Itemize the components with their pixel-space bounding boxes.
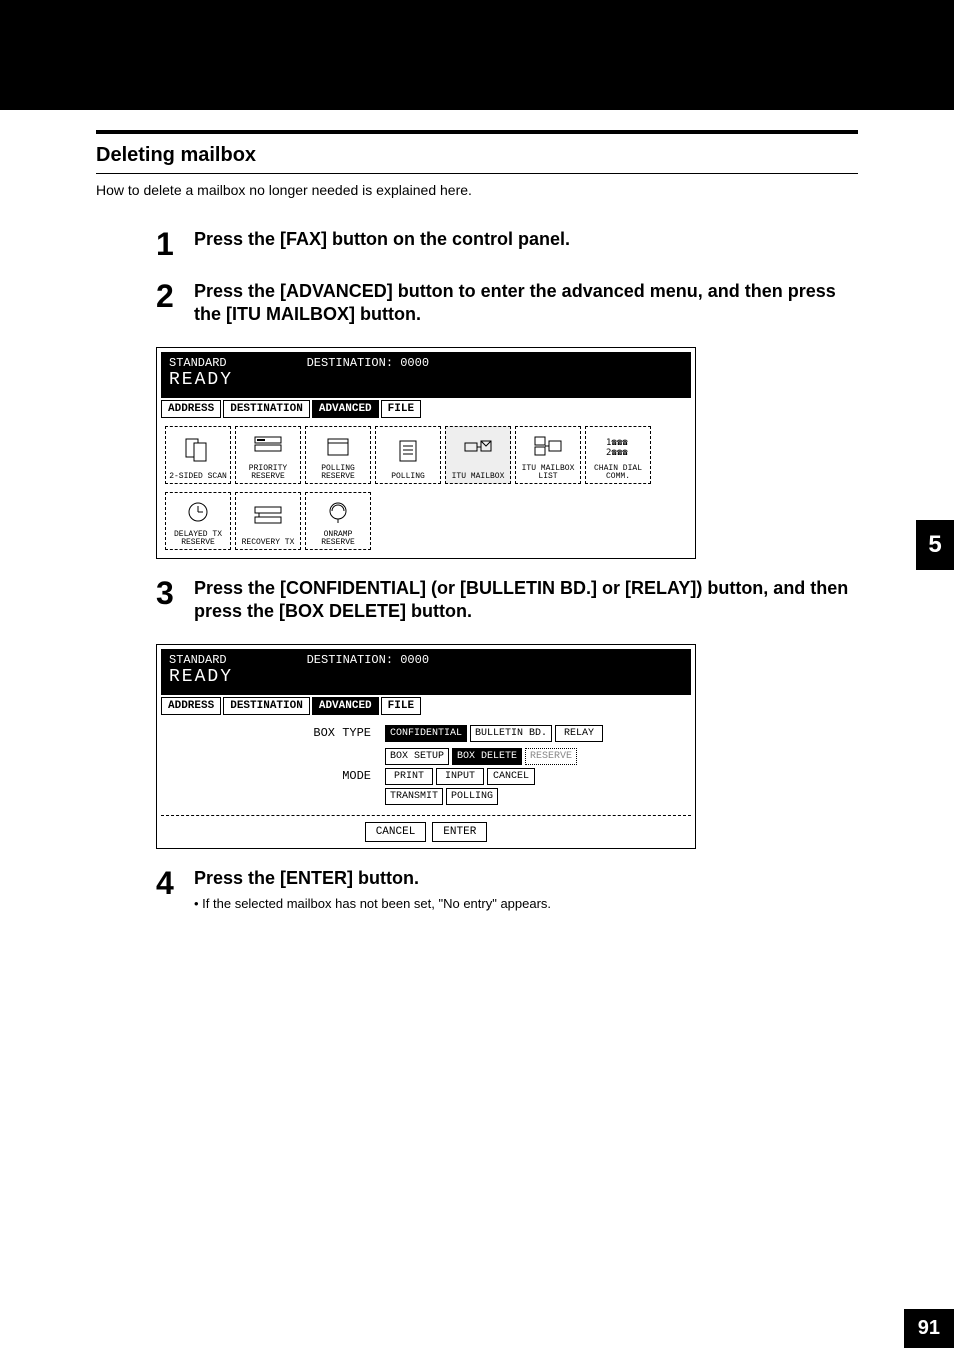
polling-reserve-icon xyxy=(306,427,370,465)
step-2: 2 Press the [ADVANCED] button to enter t… xyxy=(96,280,858,327)
step-text: Press the [ENTER] button. xyxy=(194,867,858,890)
box-setup-button[interactable]: BOX SETUP xyxy=(385,748,449,765)
adv-btn-chaindial[interactable]: 1☎☎☎2☎☎☎ CHAIN DIAL COMM. xyxy=(585,426,651,484)
polling-button[interactable]: POLLING xyxy=(446,788,498,805)
adv-btn-priority[interactable]: PRIORITY RESERVE xyxy=(235,426,301,484)
status-text: STANDARD xyxy=(169,356,227,370)
destination-text: DESTINATION: 0000 xyxy=(307,356,429,370)
itu-mailbox-list-icon xyxy=(516,427,580,465)
recovery-icon xyxy=(236,493,300,539)
page-number: 91 xyxy=(904,1309,954,1348)
status-text: STANDARD xyxy=(169,653,227,667)
step-number: 1 xyxy=(156,228,186,260)
tab-advanced[interactable]: ADVANCED xyxy=(312,697,379,715)
lcd-screen-boxtype: STANDARD DESTINATION: 0000 READY ADDRESS… xyxy=(156,644,696,849)
transmit-button[interactable]: TRANSMIT xyxy=(385,788,443,805)
top-black-band xyxy=(0,0,954,110)
step-number: 3 xyxy=(156,577,186,609)
polling-icon xyxy=(376,427,440,473)
confidential-button[interactable]: CONFIDENTIAL xyxy=(385,725,467,742)
step-number: 2 xyxy=(156,280,186,312)
adv-btn-recovery[interactable]: RECOVERY TX xyxy=(235,492,301,550)
cancel-button[interactable]: CANCEL xyxy=(365,822,427,842)
tab-row: ADDRESS DESTINATION ADVANCED FILE xyxy=(161,400,691,418)
tab-address[interactable]: ADDRESS xyxy=(161,697,221,715)
lcd-screen-advanced: STANDARD DESTINATION: 0000 READY ADDRESS… xyxy=(156,347,696,559)
adv-btn-delayedtx[interactable]: DELAYED TX RESERVE xyxy=(165,492,231,550)
step-3: 3 Press the [CONFIDENTIAL] (or [BULLETIN… xyxy=(96,577,858,624)
adv-btn-itumailbox[interactable]: ITU MAILBOX xyxy=(445,426,511,484)
tab-destination[interactable]: DESTINATION xyxy=(223,400,310,418)
enter-button[interactable]: ENTER xyxy=(432,822,487,842)
relay-button[interactable]: RELAY xyxy=(555,725,603,742)
svg-text:2☎☎☎: 2☎☎☎ xyxy=(606,448,628,458)
section-title: Deleting mailbox xyxy=(96,134,858,174)
svg-text:1☎☎☎: 1☎☎☎ xyxy=(606,438,628,448)
tab-address[interactable]: ADDRESS xyxy=(161,400,221,418)
ready-text: READY xyxy=(169,667,683,687)
box-delete-button[interactable]: BOX DELETE xyxy=(452,748,522,765)
step-note: If the selected mailbox has not been set… xyxy=(194,896,858,911)
step-number: 4 xyxy=(156,867,186,899)
adv-btn-onramp[interactable]: ONRAMP RESERVE xyxy=(305,492,371,550)
input-button[interactable]: INPUT xyxy=(436,768,484,785)
chapter-tab: 5 xyxy=(916,520,954,570)
itu-mailbox-icon xyxy=(446,427,510,473)
tab-file[interactable]: FILE xyxy=(381,400,421,418)
mode-label: MODE xyxy=(171,769,385,783)
step-text: Press the [FAX] button on the control pa… xyxy=(194,228,858,251)
step-text: Press the [ADVANCED] button to enter the… xyxy=(194,280,858,327)
tab-row: ADDRESS DESTINATION ADVANCED FILE xyxy=(161,697,691,715)
step-text: Press the [CONFIDENTIAL] (or [BULLETIN B… xyxy=(194,577,858,624)
onramp-icon xyxy=(306,493,370,531)
step-1: 1 Press the [FAX] button on the control … xyxy=(96,228,858,260)
priority-icon xyxy=(236,427,300,465)
ready-text: READY xyxy=(169,370,683,390)
step-4: 4 Press the [ENTER] button. If the selec… xyxy=(96,867,858,911)
intro-text: How to delete a mailbox no longer needed… xyxy=(96,182,858,198)
adv-btn-itumailboxlist[interactable]: ITU MAILBOX LIST xyxy=(515,426,581,484)
chain-dial-icon: 1☎☎☎2☎☎☎ xyxy=(586,427,650,465)
adv-btn-2sided[interactable]: 2-SIDED SCAN xyxy=(165,426,231,484)
print-button[interactable]: PRINT xyxy=(385,768,433,785)
tab-advanced[interactable]: ADVANCED xyxy=(312,400,379,418)
reserve-button: RESERVE xyxy=(525,748,577,765)
bulletin-button[interactable]: BULLETIN BD. xyxy=(470,725,552,742)
cancel-mode-button[interactable]: CANCEL xyxy=(487,768,535,785)
tab-destination[interactable]: DESTINATION xyxy=(223,697,310,715)
adv-btn-pollingres[interactable]: POLLING RESERVE xyxy=(305,426,371,484)
destination-text: DESTINATION: 0000 xyxy=(307,653,429,667)
box-type-label: BOX TYPE xyxy=(171,726,385,740)
adv-btn-polling[interactable]: POLLING xyxy=(375,426,441,484)
two-sided-icon xyxy=(166,427,230,473)
tab-file[interactable]: FILE xyxy=(381,697,421,715)
clock-icon xyxy=(166,493,230,531)
